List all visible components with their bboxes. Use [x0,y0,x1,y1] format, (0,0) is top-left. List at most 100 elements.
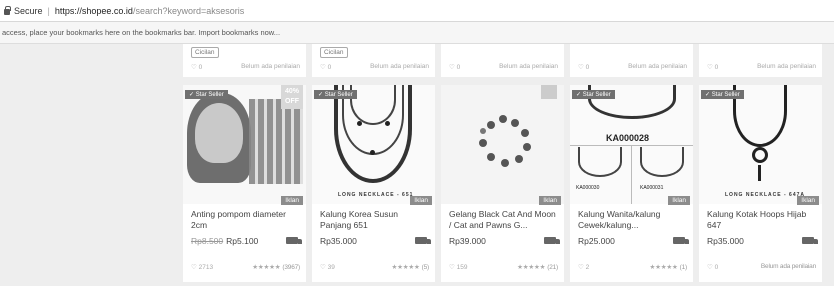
rating-stars: ★★★★★ [391,264,420,271]
review-status: Belum ada penilaian [499,63,558,70]
like-count[interactable]: ♡ 0 [707,63,718,71]
price-group: Rp8.500 Rp5.100 [191,236,258,246]
rating: ★★★★★ (5) [392,263,430,271]
product-card[interactable]: ♡ 0 Belum ada penilaian [570,44,693,77]
ad-badge: Iklan [797,196,819,205]
like-count[interactable]: ♡ 2713 [191,263,213,271]
product-image[interactable]: LONG NECKLACE - 651 [312,85,435,204]
product-title[interactable]: Kalung Kotak Hoops Hijab 647 [707,209,817,231]
sale-price: Rp39.000 [449,236,486,246]
pendant-drop [758,165,761,181]
lock-icon [4,5,11,15]
rating-stars: ★★★★★ [252,264,281,271]
review-count: (3967) [282,264,300,271]
ad-badge: Iklan [281,196,303,205]
like-count[interactable]: ♡ 2 [578,263,589,271]
collage-divider [631,145,632,204]
product-code: KA000028 [606,133,650,143]
product-card[interactable]: ✓ Star Seller 40% OFF Iklan Anting pompo… [183,85,306,282]
star-seller-badge: ✓ Star Seller [185,90,228,99]
product-title[interactable]: Gelang Black Cat And Moon / Cat and Pawn… [449,209,559,231]
product-image[interactable]: LONG NECKLACE - 647A [699,85,822,204]
star-seller-badge: ✓ Star Seller [701,90,744,99]
product-card[interactable]: Iklan Gelang Black Cat And Moon / Cat an… [441,85,564,282]
like-count[interactable]: ♡ 0 [578,63,589,71]
product-card[interactable]: KA000028 KA000030 KA000031 ✓ Star Seller… [570,85,693,282]
bead [370,150,375,155]
previous-row: Cicilan ♡ 0 Belum ada penilaian Cicilan … [183,44,822,77]
ad-badge: Iklan [410,196,432,205]
image-watermark: LONG NECKLACE - 647A [725,192,806,198]
rating: ★★★★★ (3967) [252,263,300,271]
review-count: (5) [421,264,430,271]
rating-stars: ★★★★★ [649,264,678,271]
like-count[interactable]: ♡ 0 [191,63,202,71]
shipping-truck-icon [415,237,431,244]
review-count: Belum ada penilaian [760,263,816,270]
sale-price: Rp35.000 [320,236,357,246]
discount-badge: 40% OFF [281,85,303,109]
pompom-grid [249,99,303,184]
url-path: /search?keyword=aksesoris [132,5,245,16]
product-card[interactable]: Cicilan ♡ 0 Belum ada penilaian [183,44,306,77]
like-count[interactable]: ♡ 0 [707,263,718,271]
secure-label: Secure [14,5,43,16]
like-count[interactable]: ♡ 0 [320,63,331,71]
original-price: Rp8.500 [191,236,224,246]
sale-price: Rp25.000 [578,236,615,246]
price-group: Rp25.000 [578,236,615,246]
rating-stars: ★★★★★ [517,264,546,271]
bead [357,121,362,126]
rating: ★★★★★ (1) [650,263,688,271]
ad-badge: Iklan [539,196,561,205]
product-card[interactable]: ♡ 0 Belum ada penilaian [699,44,822,77]
model-face [195,103,243,163]
product-title[interactable]: Kalung Wanita/kalung Cewek/kalung... [578,209,688,231]
product-title[interactable]: Kalung Korea Susun Panjang 651 [320,209,430,231]
review-status: Belum ada penilaian [370,63,429,70]
installment-badge: Cicilan [320,47,348,58]
necklace-strand [578,147,622,177]
discount-off: OFF [285,98,299,105]
like-count[interactable]: ♡ 159 [449,263,467,271]
pendant-hoop [752,147,768,163]
necklace-strand [640,147,684,177]
bookmarks-hint[interactable]: access, place your bookmarks here on the… [2,28,280,37]
bracelet-illustration [479,85,557,167]
ad-badge: Iklan [668,196,690,205]
price-group: Rp35.000 [707,236,744,246]
product-row: ✓ Star Seller 40% OFF Iklan Anting pompo… [183,85,822,282]
discount-percent: 40% [284,88,299,95]
necklace-strand [334,85,412,183]
product-image[interactable]: KA000028 KA000030 KA000031 [570,85,693,204]
product-card[interactable]: Cicilan ♡ 0 Belum ada penilaian [312,44,435,77]
url-divider: | [47,5,50,16]
review-status: Belum ada penilaian [241,63,300,70]
bookmarks-bar: access, place your bookmarks here on the… [0,22,834,44]
product-card[interactable]: LONG NECKLACE - 651 ✓ Star Seller Iklan … [312,85,435,282]
sale-price: Rp35.000 [707,236,744,246]
product-code: KA000030 [576,185,600,191]
star-seller-badge: ✓ Star Seller [572,90,615,99]
rating: Belum ada penilaian [759,263,816,270]
product-code: KA000031 [640,185,664,191]
star-seller-badge: ✓ Star Seller [314,90,357,99]
shipping-truck-icon [286,237,302,244]
sale-price: Rp5.100 [226,236,259,246]
price-group: Rp35.000 [320,236,357,246]
product-image[interactable] [441,85,564,204]
product-title[interactable]: Anting pompom diameter 2cm [191,209,301,231]
like-count[interactable]: ♡ 39 [320,263,335,271]
review-count: (1) [679,264,688,271]
rating: ★★★★★ (21) [517,263,558,271]
like-count[interactable]: ♡ 0 [449,63,460,71]
review-status: Belum ada penilaian [757,63,816,70]
review-count: (21) [547,264,558,271]
shipping-truck-icon [802,237,818,244]
product-card[interactable]: ♡ 0 Belum ada penilaian [441,44,564,77]
image-watermark: LONG NECKLACE - 651 [338,192,414,198]
product-card[interactable]: LONG NECKLACE - 647A ✓ Star Seller Iklan… [699,85,822,282]
bead [385,121,390,126]
shipping-truck-icon [544,237,560,244]
address-bar[interactable]: Secure | https://shopee.co.id/search?key… [0,0,834,22]
